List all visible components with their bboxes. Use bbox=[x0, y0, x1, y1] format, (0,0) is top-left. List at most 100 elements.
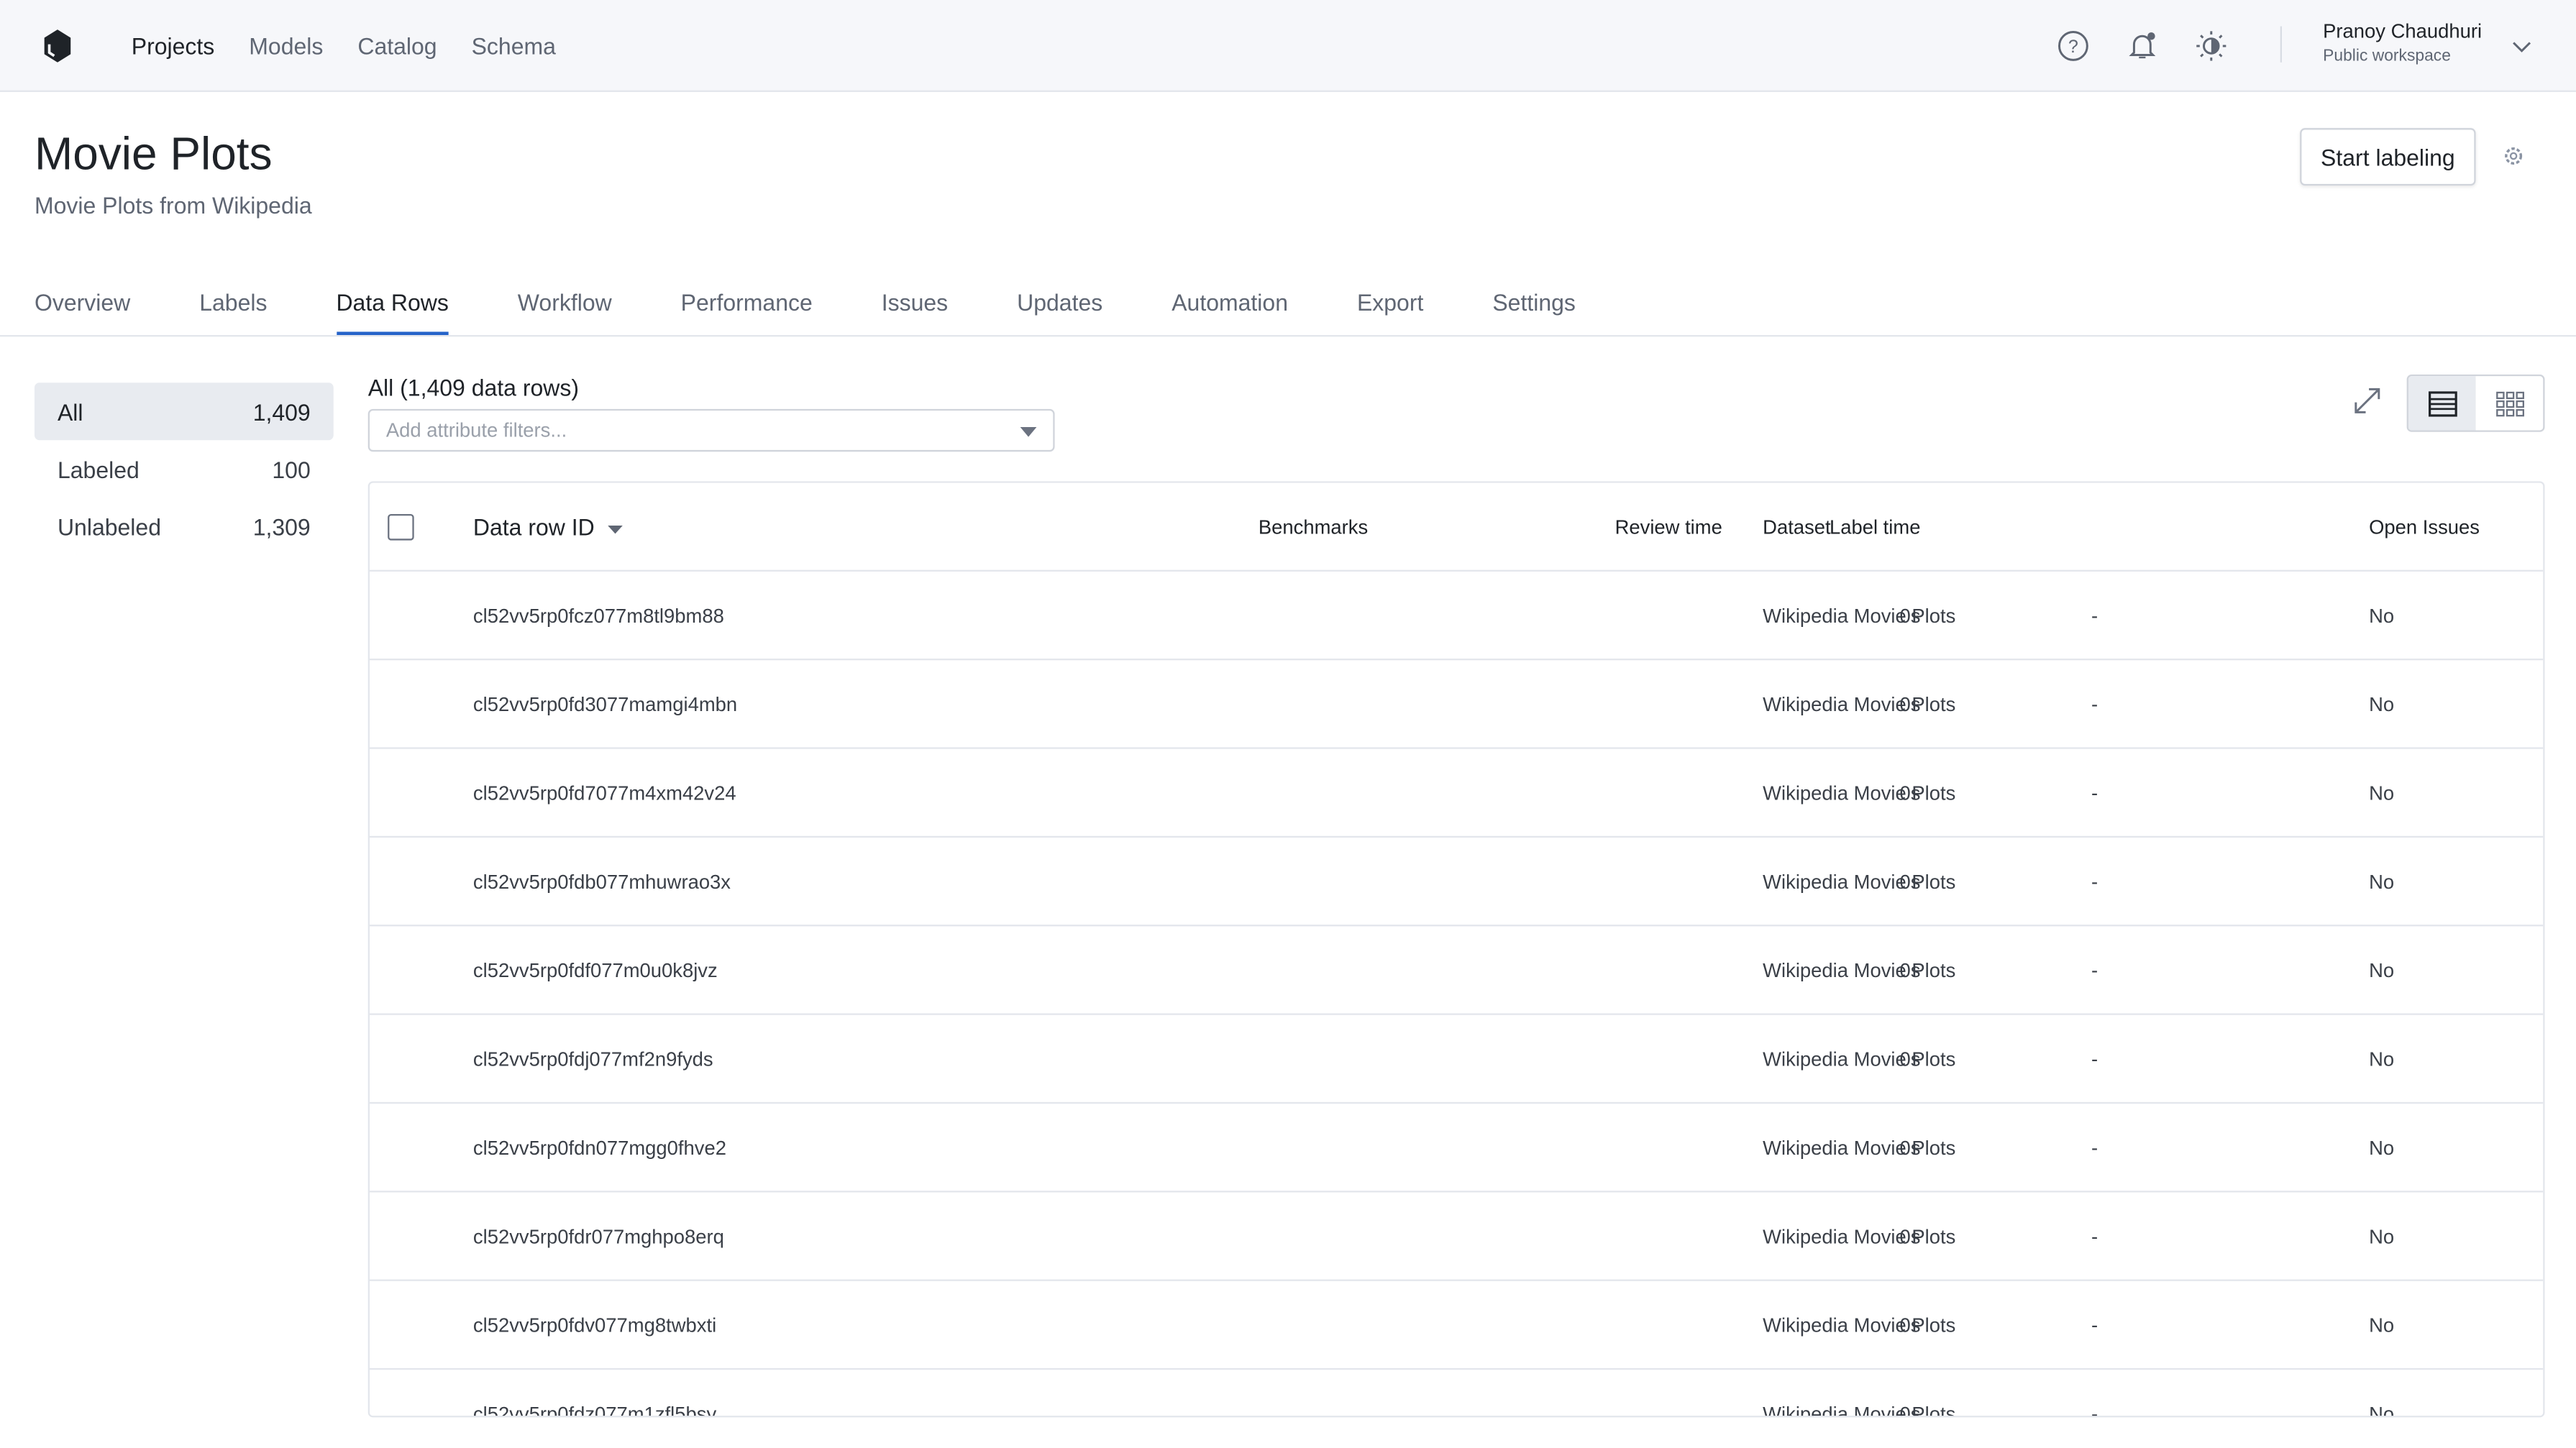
gear-icon[interactable] bbox=[2502, 145, 2525, 175]
dataset: Wikipedia Movie Plots bbox=[1763, 1135, 1956, 1159]
dataset: Wikipedia Movie Plots bbox=[1763, 869, 1956, 893]
attribute-filter-select[interactable]: Add attribute filters... bbox=[367, 408, 1055, 452]
column-header-data-row-id[interactable]: Data row ID bbox=[472, 513, 624, 540]
column-header-benchmarks[interactable]: Benchmarks bbox=[1259, 515, 1368, 538]
review-time: - bbox=[2091, 958, 2098, 981]
sidebar-item-label: Unlabeled bbox=[57, 513, 162, 540]
dataset: Wikipedia Movie Plots bbox=[1763, 692, 1956, 715]
list-view-icon[interactable] bbox=[2408, 376, 2476, 431]
data-rows-table: Data row ID Benchmarks Label time Review… bbox=[367, 481, 2545, 1418]
table-row[interactable]: cl52vv5rp0fdf077m0u0k8jvz 0s - Wikipedia Mo… bbox=[369, 926, 2544, 1015]
table-row[interactable]: cl52vv5rp0fdb077mhuwrao3x 0s - Wikipedia Mo… bbox=[369, 838, 2544, 927]
tab-overview[interactable]: Overview bbox=[35, 289, 130, 335]
sidebar-item-count: 100 bbox=[272, 455, 311, 482]
open-issues: No bbox=[2369, 781, 2395, 805]
tab-labels[interactable]: Labels bbox=[199, 289, 267, 335]
sidebar-item-unlabeled[interactable]: Unlabeled 1,309 bbox=[35, 498, 334, 555]
sort-caret-icon[interactable] bbox=[607, 524, 624, 535]
dataset: Wikipedia Movie Plots bbox=[1763, 1401, 1956, 1418]
open-issues: No bbox=[2369, 1313, 2395, 1337]
review-time: - bbox=[2091, 1313, 2098, 1337]
tab-performance[interactable]: Performance bbox=[681, 289, 813, 335]
view-toggle bbox=[2406, 374, 2545, 432]
review-time: - bbox=[2091, 781, 2098, 805]
notification-bell-icon[interactable] bbox=[2126, 29, 2159, 62]
tab-updates[interactable]: Updates bbox=[1017, 289, 1102, 335]
divider bbox=[0, 335, 2576, 337]
tab-workflow[interactable]: Workflow bbox=[518, 289, 612, 335]
tab-data-rows[interactable]: Data Rows bbox=[336, 289, 449, 336]
data-row-id[interactable]: cl52vv5rp0fdz077m1zfl5bsy bbox=[473, 1402, 716, 1416]
table-row[interactable]: cl52vv5rp0fcz077m8tl9bm88 0s - Wikipedia Mo… bbox=[369, 572, 2544, 661]
data-row-id[interactable]: cl52vv5rp0fd3077mamgi4mbn bbox=[473, 692, 737, 715]
sidebar-item-all[interactable]: All 1,409 bbox=[34, 382, 334, 441]
grid-view-icon[interactable] bbox=[2476, 376, 2544, 430]
table-row[interactable]: cl52vv5rp0fd3077mamgi4mbn 0s - Wikipedia Mo… bbox=[369, 660, 2544, 749]
tab-settings[interactable]: Settings bbox=[1492, 289, 1576, 335]
data-row-id[interactable]: cl52vv5rp0fdb077mhuwrao3x bbox=[473, 870, 731, 893]
table-row[interactable]: cl52vv5rp0fdz077m1zfl5bsy 0s - Wikipedia Mo… bbox=[370, 1370, 2543, 1418]
data-row-id[interactable]: cl52vv5rp0fcz077m8tl9bm88 bbox=[473, 604, 724, 627]
nav-models[interactable]: Models bbox=[249, 32, 323, 59]
table-row[interactable]: cl52vv5rp0fdn077mgg0fhve2 0s - Wikipedia Mo… bbox=[369, 1104, 2544, 1193]
divider bbox=[2280, 26, 2283, 63]
rows-count-title: All (1,409 data rows) bbox=[367, 374, 580, 401]
data-row-id[interactable]: cl52vv5rp0fdj077mf2n9fyds bbox=[473, 1047, 713, 1070]
dataset: Wikipedia Movie Plots bbox=[1763, 958, 1956, 981]
top-bar: Projects Models Catalog Schema ? Pranoy Cha… bbox=[0, 0, 2576, 92]
review-time: - bbox=[2091, 1224, 2098, 1248]
open-issues: No bbox=[2369, 1401, 2395, 1418]
table-row[interactable]: cl52vv5rp0fd7077m4xm42v24 0s - Wikipedia Mo… bbox=[369, 749, 2544, 838]
open-issues: No bbox=[2369, 1047, 2395, 1071]
logo-icon[interactable] bbox=[42, 29, 72, 70]
nav-schema[interactable]: Schema bbox=[472, 32, 556, 59]
user-name: Pranoy Chaudhuri bbox=[2323, 19, 2483, 43]
data-row-id[interactable]: cl52vv5rp0fdv077mg8twbxti bbox=[473, 1313, 716, 1336]
filter-placeholder: Add attribute filters... bbox=[385, 418, 567, 442]
review-time: - bbox=[2091, 692, 2098, 715]
start-labeling-button[interactable]: Start labeling bbox=[2300, 128, 2476, 186]
data-row-id[interactable]: cl52vv5rp0fd7077m4xm42v24 bbox=[473, 781, 736, 804]
workspace-name: Public workspace bbox=[2323, 47, 2451, 66]
data-row-id[interactable]: cl52vv5rp0fdr077mghpo8erq bbox=[473, 1224, 724, 1247]
data-row-id[interactable]: cl52vv5rp0fdn077mgg0fhve2 bbox=[473, 1136, 726, 1159]
header-label: Data row ID bbox=[472, 513, 595, 540]
expand-icon[interactable] bbox=[2351, 385, 2384, 426]
review-time: - bbox=[2091, 603, 2098, 627]
user-menu[interactable]: Pranoy Chaudhuri Public workspace bbox=[2323, 19, 2482, 65]
dataset: Wikipedia Movie Plots bbox=[1763, 1224, 1956, 1248]
tab-automation[interactable]: Automation bbox=[1171, 289, 1288, 335]
filter-sidebar: All 1,409 Labeled 100 Unlabeled 1,309 bbox=[34, 382, 334, 555]
sidebar-item-label: Labeled bbox=[57, 455, 140, 482]
table-row[interactable]: cl52vv5rp0fdj077mf2n9fyds 0s - Wikipedia Mo… bbox=[369, 1015, 2544, 1104]
open-issues: No bbox=[2369, 692, 2395, 715]
dataset: Wikipedia Movie Plots bbox=[1763, 781, 1956, 805]
column-header-label-time[interactable]: Label time bbox=[1830, 515, 1920, 538]
nav-projects[interactable]: Projects bbox=[132, 32, 215, 59]
project-tabs: Overview Labels Data Rows Workflow Performan… bbox=[35, 289, 1645, 336]
sidebar-item-count: 1,409 bbox=[252, 398, 311, 425]
dataset: Wikipedia Movie Plots bbox=[1763, 1047, 1956, 1071]
review-time: - bbox=[2091, 1047, 2098, 1071]
data-row-id[interactable]: cl52vv5rp0fdf077m0u0k8jvz bbox=[473, 958, 718, 981]
column-header-open-issues[interactable]: Open Issues bbox=[2369, 515, 2480, 538]
chevron-down-icon[interactable] bbox=[2512, 33, 2531, 63]
sidebar-item-labeled[interactable]: Labeled 100 bbox=[35, 440, 334, 498]
column-header-dataset[interactable]: Dataset bbox=[1763, 515, 1830, 538]
column-header-review-time[interactable]: Review time bbox=[1615, 515, 1722, 538]
table-row[interactable]: cl52vv5rp0fdr077mghpo8erq 0s - Wikipedia Mo… bbox=[369, 1192, 2544, 1281]
sidebar-item-label: All bbox=[57, 398, 83, 425]
page-subtitle: Movie Plots from Wikipedia bbox=[34, 192, 312, 219]
select-all-checkbox[interactable] bbox=[388, 513, 414, 540]
review-time: - bbox=[2091, 869, 2098, 893]
nav-catalog[interactable]: Catalog bbox=[357, 32, 437, 59]
sidebar-item-count: 1,309 bbox=[252, 513, 311, 540]
open-issues: No bbox=[2369, 869, 2395, 893]
table-header: Data row ID Benchmarks Label time Review… bbox=[369, 483, 2544, 572]
tab-issues[interactable]: Issues bbox=[882, 289, 948, 335]
table-row[interactable]: cl52vv5rp0fdv077mg8twbxti 0s - Wikipedia Mo… bbox=[369, 1281, 2544, 1370]
open-issues: No bbox=[2369, 1135, 2395, 1159]
tab-export[interactable]: Export bbox=[1357, 289, 1423, 335]
help-icon[interactable]: ? bbox=[2057, 29, 2090, 62]
theme-toggle-icon[interactable] bbox=[2195, 29, 2228, 62]
